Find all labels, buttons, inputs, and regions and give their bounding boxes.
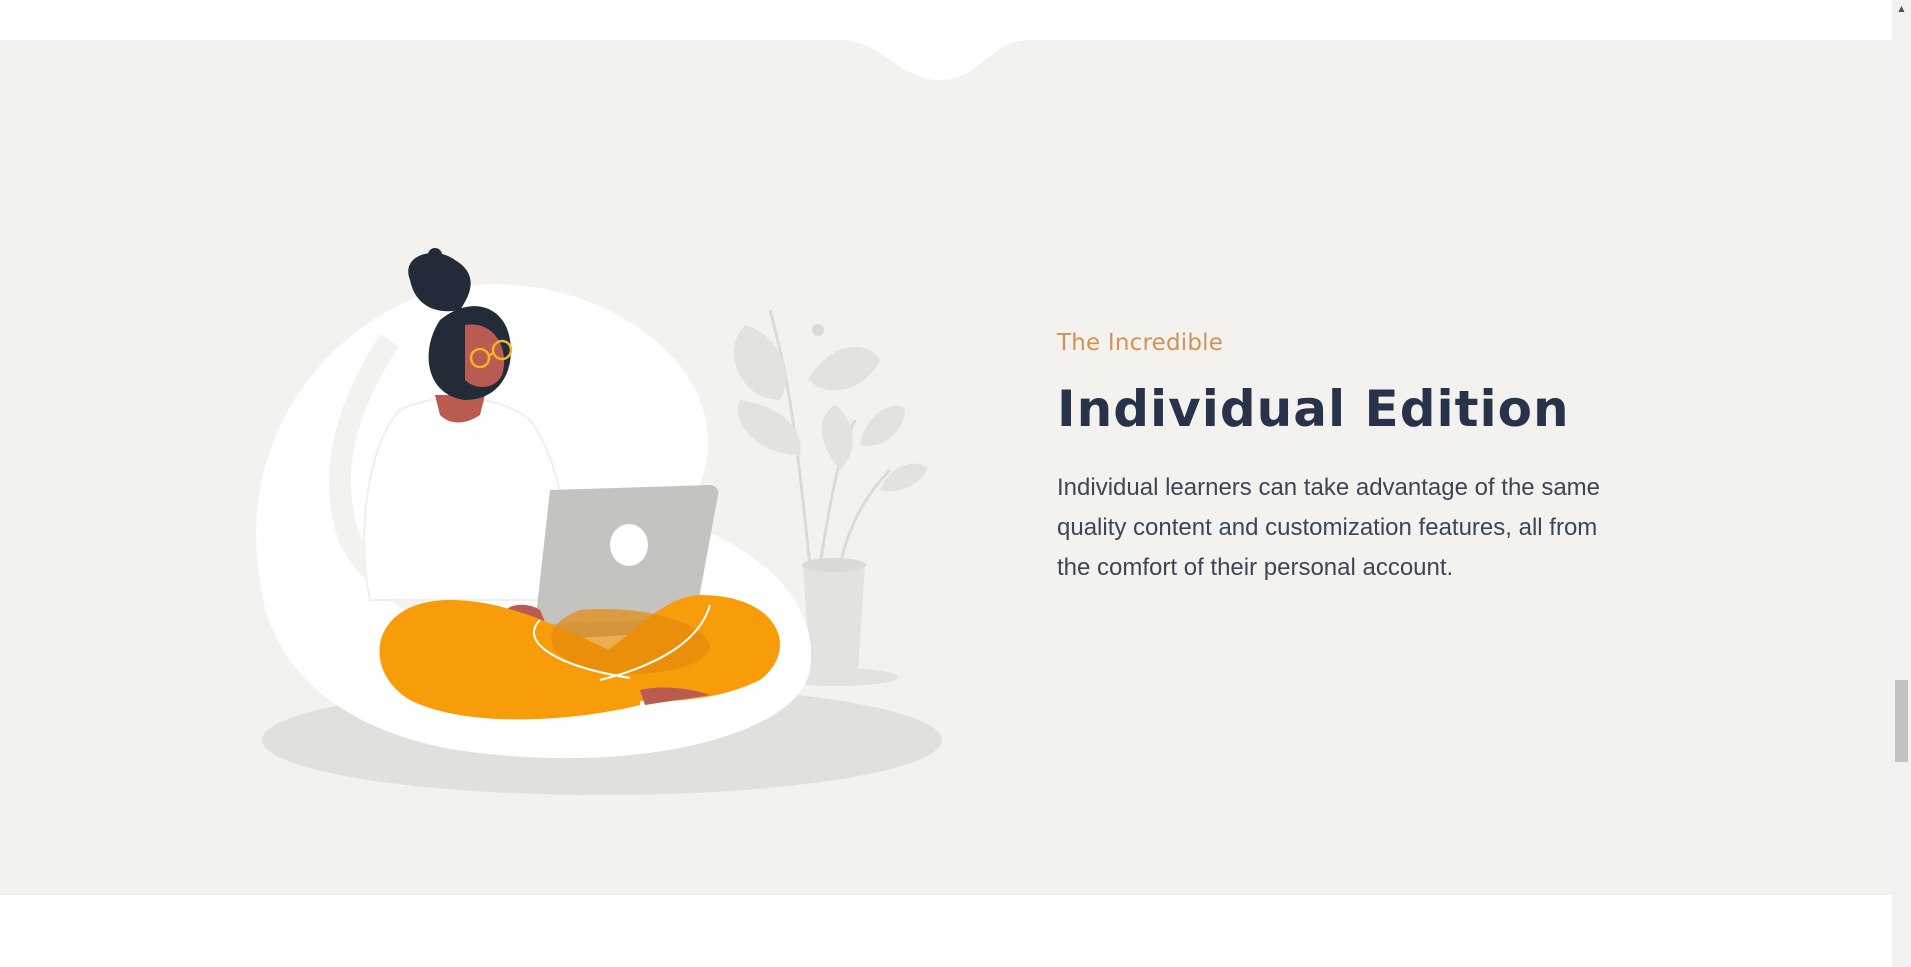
woman-with-laptop-illustration (256, 248, 942, 795)
section-notch-decoration (840, 40, 1030, 80)
next-section-card (0, 895, 1832, 967)
page-scrollbar[interactable]: ▲ (1892, 0, 1911, 967)
edition-text-block: The Incredible Individual Edition Indivi… (1057, 330, 1657, 588)
section-heading: Individual Edition (1057, 380, 1570, 438)
individual-edition-section: The Incredible Individual Edition Indivi… (0, 40, 1892, 895)
top-white-strip (0, 0, 1892, 40)
scrollbar-thumb[interactable] (1895, 680, 1908, 762)
page-viewport: The Incredible Individual Edition Indivi… (0, 0, 1911, 967)
scroll-up-arrow-icon[interactable]: ▲ (1892, 0, 1911, 17)
section-description: Individual learners can take advantage o… (1057, 474, 1601, 581)
section-eyebrow: The Incredible (1057, 330, 1224, 356)
